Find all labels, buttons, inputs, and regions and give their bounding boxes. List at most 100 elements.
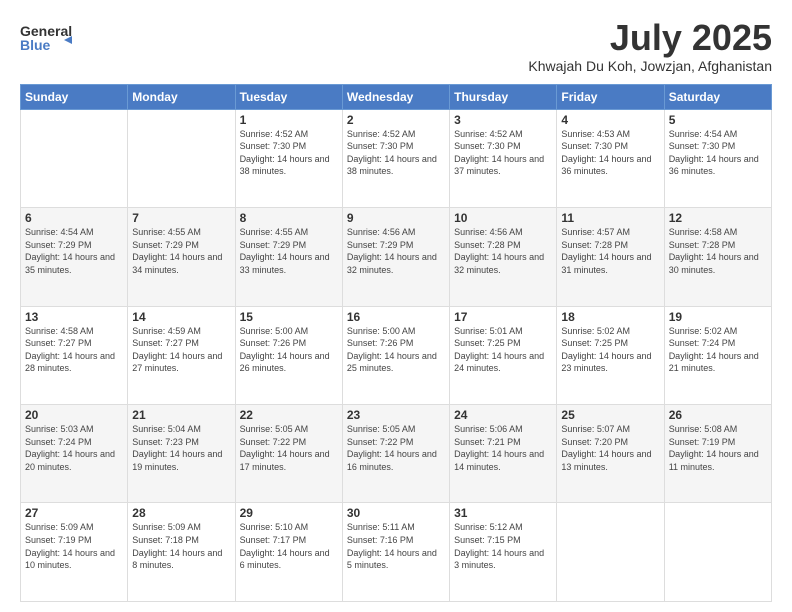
location-title: Khwajah Du Koh, Jowzjan, Afghanistan [528,58,772,74]
table-row [128,109,235,207]
table-row: 29Sunrise: 5:10 AMSunset: 7:17 PMDayligh… [235,503,342,602]
day-info: Sunrise: 4:58 AMSunset: 7:27 PMDaylight:… [25,325,123,375]
day-info: Sunrise: 5:09 AMSunset: 7:18 PMDaylight:… [132,521,230,571]
day-info: Sunrise: 5:02 AMSunset: 7:24 PMDaylight:… [669,325,767,375]
table-row: 6Sunrise: 4:54 AMSunset: 7:29 PMDaylight… [21,208,128,306]
logo-icon: General Blue [20,18,72,58]
header-thursday: Thursday [450,84,557,109]
day-info: Sunrise: 4:57 AMSunset: 7:28 PMDaylight:… [561,226,659,276]
day-info: Sunrise: 5:08 AMSunset: 7:19 PMDaylight:… [669,423,767,473]
table-row: 30Sunrise: 5:11 AMSunset: 7:16 PMDayligh… [342,503,449,602]
header-wednesday: Wednesday [342,84,449,109]
day-info: Sunrise: 4:52 AMSunset: 7:30 PMDaylight:… [240,128,338,178]
day-number: 25 [561,408,659,422]
table-row: 24Sunrise: 5:06 AMSunset: 7:21 PMDayligh… [450,405,557,503]
table-row: 7Sunrise: 4:55 AMSunset: 7:29 PMDaylight… [128,208,235,306]
day-number: 31 [454,506,552,520]
table-row: 9Sunrise: 4:56 AMSunset: 7:29 PMDaylight… [342,208,449,306]
table-row: 19Sunrise: 5:02 AMSunset: 7:24 PMDayligh… [664,306,771,404]
day-info: Sunrise: 5:05 AMSunset: 7:22 PMDaylight:… [240,423,338,473]
day-info: Sunrise: 4:52 AMSunset: 7:30 PMDaylight:… [454,128,552,178]
header-friday: Friday [557,84,664,109]
day-info: Sunrise: 4:52 AMSunset: 7:30 PMDaylight:… [347,128,445,178]
day-info: Sunrise: 5:09 AMSunset: 7:19 PMDaylight:… [25,521,123,571]
day-info: Sunrise: 4:54 AMSunset: 7:29 PMDaylight:… [25,226,123,276]
day-info: Sunrise: 5:03 AMSunset: 7:24 PMDaylight:… [25,423,123,473]
day-info: Sunrise: 4:56 AMSunset: 7:29 PMDaylight:… [347,226,445,276]
page: General Blue July 2025 Khwajah Du Koh, J… [0,0,792,612]
table-row: 2Sunrise: 4:52 AMSunset: 7:30 PMDaylight… [342,109,449,207]
day-number: 20 [25,408,123,422]
header-sunday: Sunday [21,84,128,109]
day-number: 12 [669,211,767,225]
day-info: Sunrise: 4:55 AMSunset: 7:29 PMDaylight:… [132,226,230,276]
calendar-table: Sunday Monday Tuesday Wednesday Thursday… [20,84,772,602]
table-row: 15Sunrise: 5:00 AMSunset: 7:26 PMDayligh… [235,306,342,404]
day-number: 21 [132,408,230,422]
day-number: 18 [561,310,659,324]
day-number: 9 [347,211,445,225]
day-info: Sunrise: 5:12 AMSunset: 7:15 PMDaylight:… [454,521,552,571]
day-info: Sunrise: 4:58 AMSunset: 7:28 PMDaylight:… [669,226,767,276]
day-number: 2 [347,113,445,127]
day-number: 8 [240,211,338,225]
table-row: 28Sunrise: 5:09 AMSunset: 7:18 PMDayligh… [128,503,235,602]
day-info: Sunrise: 5:00 AMSunset: 7:26 PMDaylight:… [240,325,338,375]
day-number: 26 [669,408,767,422]
day-number: 7 [132,211,230,225]
day-info: Sunrise: 5:02 AMSunset: 7:25 PMDaylight:… [561,325,659,375]
table-row: 25Sunrise: 5:07 AMSunset: 7:20 PMDayligh… [557,405,664,503]
day-info: Sunrise: 5:04 AMSunset: 7:23 PMDaylight:… [132,423,230,473]
table-row: 16Sunrise: 5:00 AMSunset: 7:26 PMDayligh… [342,306,449,404]
day-number: 13 [25,310,123,324]
day-info: Sunrise: 4:54 AMSunset: 7:30 PMDaylight:… [669,128,767,178]
day-number: 24 [454,408,552,422]
table-row: 26Sunrise: 5:08 AMSunset: 7:19 PMDayligh… [664,405,771,503]
table-row: 21Sunrise: 5:04 AMSunset: 7:23 PMDayligh… [128,405,235,503]
day-info: Sunrise: 5:11 AMSunset: 7:16 PMDaylight:… [347,521,445,571]
table-row: 11Sunrise: 4:57 AMSunset: 7:28 PMDayligh… [557,208,664,306]
header-saturday: Saturday [664,84,771,109]
table-row: 12Sunrise: 4:58 AMSunset: 7:28 PMDayligh… [664,208,771,306]
day-number: 16 [347,310,445,324]
day-info: Sunrise: 5:07 AMSunset: 7:20 PMDaylight:… [561,423,659,473]
day-number: 5 [669,113,767,127]
month-title: July 2025 [528,18,772,58]
table-row: 14Sunrise: 4:59 AMSunset: 7:27 PMDayligh… [128,306,235,404]
day-info: Sunrise: 5:01 AMSunset: 7:25 PMDaylight:… [454,325,552,375]
table-row: 17Sunrise: 5:01 AMSunset: 7:25 PMDayligh… [450,306,557,404]
table-row: 8Sunrise: 4:55 AMSunset: 7:29 PMDaylight… [235,208,342,306]
day-info: Sunrise: 5:05 AMSunset: 7:22 PMDaylight:… [347,423,445,473]
day-number: 29 [240,506,338,520]
header: General Blue July 2025 Khwajah Du Koh, J… [20,18,772,74]
day-number: 30 [347,506,445,520]
day-info: Sunrise: 4:55 AMSunset: 7:29 PMDaylight:… [240,226,338,276]
table-row: 31Sunrise: 5:12 AMSunset: 7:15 PMDayligh… [450,503,557,602]
calendar-header-row: Sunday Monday Tuesday Wednesday Thursday… [21,84,772,109]
table-row: 13Sunrise: 4:58 AMSunset: 7:27 PMDayligh… [21,306,128,404]
day-number: 17 [454,310,552,324]
table-row: 20Sunrise: 5:03 AMSunset: 7:24 PMDayligh… [21,405,128,503]
day-info: Sunrise: 5:06 AMSunset: 7:21 PMDaylight:… [454,423,552,473]
table-row [664,503,771,602]
header-monday: Monday [128,84,235,109]
day-number: 3 [454,113,552,127]
table-row [557,503,664,602]
title-block: July 2025 Khwajah Du Koh, Jowzjan, Afgha… [528,18,772,74]
day-info: Sunrise: 4:53 AMSunset: 7:30 PMDaylight:… [561,128,659,178]
day-info: Sunrise: 5:10 AMSunset: 7:17 PMDaylight:… [240,521,338,571]
table-row: 18Sunrise: 5:02 AMSunset: 7:25 PMDayligh… [557,306,664,404]
day-number: 23 [347,408,445,422]
day-number: 28 [132,506,230,520]
table-row [21,109,128,207]
day-number: 1 [240,113,338,127]
day-number: 19 [669,310,767,324]
day-number: 10 [454,211,552,225]
day-number: 27 [25,506,123,520]
day-info: Sunrise: 5:00 AMSunset: 7:26 PMDaylight:… [347,325,445,375]
day-number: 14 [132,310,230,324]
day-number: 15 [240,310,338,324]
day-number: 4 [561,113,659,127]
table-row: 3Sunrise: 4:52 AMSunset: 7:30 PMDaylight… [450,109,557,207]
table-row: 10Sunrise: 4:56 AMSunset: 7:28 PMDayligh… [450,208,557,306]
